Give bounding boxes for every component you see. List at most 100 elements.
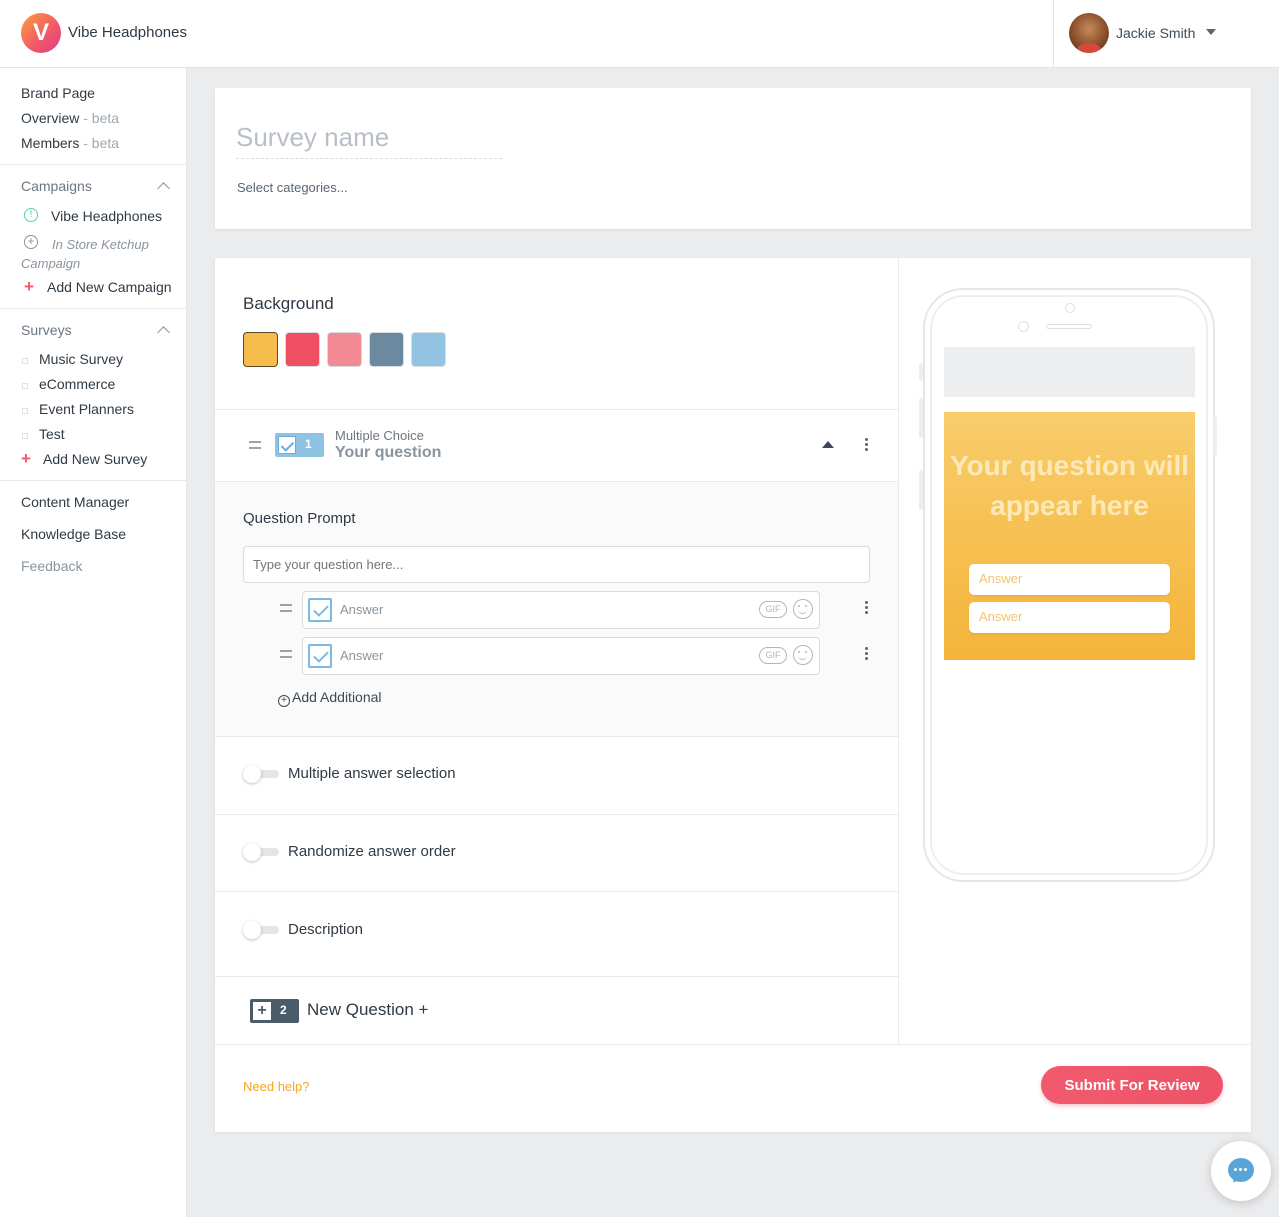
sidebar-item-label: Members [21, 135, 80, 151]
drag-handle-icon[interactable] [249, 441, 261, 449]
sidebar: Brand Page Overview - beta Members - bet… [0, 68, 187, 1217]
toggle-knob [243, 921, 261, 939]
emoji-icon[interactable] [793, 599, 813, 619]
gif-icon[interactable]: GIF [759, 601, 787, 618]
divider [215, 976, 898, 977]
emoji-icon[interactable] [793, 645, 813, 665]
drag-handle-icon[interactable] [280, 604, 292, 612]
plus-icon[interactable]: + [24, 278, 34, 295]
beta-tag: - beta [83, 135, 120, 151]
multiple-answer-toggle[interactable] [243, 765, 279, 783]
survey-name-input[interactable]: Survey name [236, 122, 389, 153]
question-title: Your question [335, 444, 442, 461]
toggle-knob [243, 843, 261, 861]
chevron-up-icon[interactable] [157, 326, 170, 339]
new-question-number: 2 [280, 1003, 287, 1017]
divider [215, 891, 898, 892]
category-select[interactable]: Select categories... [237, 180, 348, 195]
more-options-icon[interactable] [865, 438, 869, 452]
correct-answer-checkbox[interactable] [308, 644, 332, 668]
phone-side-button [1213, 416, 1217, 456]
add-additional-button[interactable]: + Add Additional [278, 689, 382, 707]
bullet-icon [22, 433, 28, 439]
answer-input[interactable]: Answer [340, 648, 383, 663]
sidebar-item-knowledge-base[interactable]: Knowledge Base [21, 526, 126, 542]
question-prompt-input[interactable] [243, 546, 870, 583]
sidebar-item-members[interactable]: Members - beta [21, 135, 119, 151]
add-campaign-link[interactable]: Add New Campaign [47, 279, 172, 295]
divider [215, 814, 898, 815]
background-swatch-pink[interactable] [327, 332, 362, 367]
description-toggle[interactable] [243, 921, 279, 939]
sidebar-item-feedback[interactable]: Feedback [21, 558, 82, 574]
sidebar-item-overview[interactable]: Overview - beta [21, 110, 119, 126]
divider [215, 409, 898, 410]
more-options-icon[interactable] [865, 647, 869, 661]
user-name[interactable]: Jackie Smith [1116, 25, 1195, 41]
sidebar-item-campaign[interactable]: Vibe Headphones [51, 208, 162, 224]
sidebar-item-campaign[interactable]: In Store Ketchup Campaign [21, 235, 176, 273]
background-title: Background [243, 294, 334, 313]
new-question-button[interactable]: New Question + [307, 1000, 428, 1020]
bullet-icon [22, 408, 28, 414]
plus-icon: + [253, 1002, 271, 1020]
preview-question-text: Your question will appear here [949, 450, 1190, 521]
phone-side-button [919, 470, 923, 510]
drag-handle-icon[interactable] [280, 650, 292, 658]
campaigns-section-title[interactable]: Campaigns [21, 178, 92, 194]
background-swatch-blue[interactable] [411, 332, 446, 367]
toggle-label: Description [288, 921, 364, 938]
phone-preview-panel: Your question will appear here Answer An… [898, 258, 1251, 1044]
answer-row[interactable]: Answer GIF [302, 637, 820, 675]
survey-header-card: Survey name Select categories... [215, 88, 1251, 229]
phone-header-placeholder [944, 347, 1195, 397]
new-question-badge[interactable]: + 2 [250, 999, 299, 1023]
question-prompt-title: Question Prompt [243, 510, 356, 527]
more-options-icon[interactable] [865, 601, 869, 615]
add-survey-link[interactable]: Add New Survey [43, 451, 147, 467]
caret-down-icon[interactable] [1206, 29, 1216, 35]
background-swatch-red[interactable] [285, 332, 320, 367]
phone-side-button [919, 398, 923, 438]
plus-circle-icon: + [278, 695, 290, 707]
phone-frame: Your question will appear here Answer An… [923, 288, 1215, 882]
plus-icon[interactable]: + [21, 450, 31, 467]
answer-input[interactable]: Answer [340, 602, 383, 617]
divider [215, 1044, 1251, 1045]
need-help-link[interactable]: Need help? [243, 1079, 310, 1094]
chevron-up-icon[interactable] [157, 182, 170, 195]
preview-answer: Answer [969, 564, 1170, 595]
avatar[interactable] [1069, 13, 1109, 53]
correct-answer-checkbox[interactable] [308, 598, 332, 622]
phone-camera-icon [1065, 303, 1075, 313]
divider [215, 736, 898, 737]
chat-bubble-icon [1228, 1158, 1254, 1182]
background-swatch-yellow[interactable] [243, 332, 278, 367]
phone-speaker-icon [1046, 324, 1092, 329]
sidebar-item-survey[interactable]: Test [39, 426, 65, 442]
background-swatch-slate[interactable] [369, 332, 404, 367]
top-bar: V Vibe Headphones Jackie Smith [0, 0, 1279, 68]
question-type: Multiple Choice [335, 428, 424, 443]
sidebar-item-survey[interactable]: Event Planners [39, 401, 134, 417]
divider [0, 308, 186, 309]
answer-row[interactable]: Answer GIF [302, 591, 820, 629]
question-number: 1 [305, 437, 312, 451]
randomize-order-toggle[interactable] [243, 843, 279, 861]
divider [0, 480, 186, 481]
submit-for-review-button[interactable]: Submit For Review [1041, 1066, 1223, 1104]
collapse-caret-icon[interactable] [822, 441, 834, 448]
chat-button[interactable] [1211, 1141, 1271, 1201]
sidebar-item-survey[interactable]: eCommerce [39, 376, 115, 392]
divider [215, 481, 898, 482]
brand-logo-icon[interactable]: V [21, 13, 61, 53]
brand-name[interactable]: Vibe Headphones [68, 24, 187, 41]
sidebar-item-content-manager[interactable]: Content Manager [21, 494, 129, 510]
user-menu[interactable]: Jackie Smith [1053, 0, 1279, 68]
gif-icon[interactable]: GIF [759, 647, 787, 664]
survey-name-underline [236, 158, 502, 159]
sidebar-item-survey[interactable]: Music Survey [39, 351, 123, 367]
sidebar-item-brand-page[interactable]: Brand Page [21, 85, 95, 101]
surveys-section-title[interactable]: Surveys [21, 322, 72, 338]
alert-circle-icon: ! [24, 208, 38, 222]
